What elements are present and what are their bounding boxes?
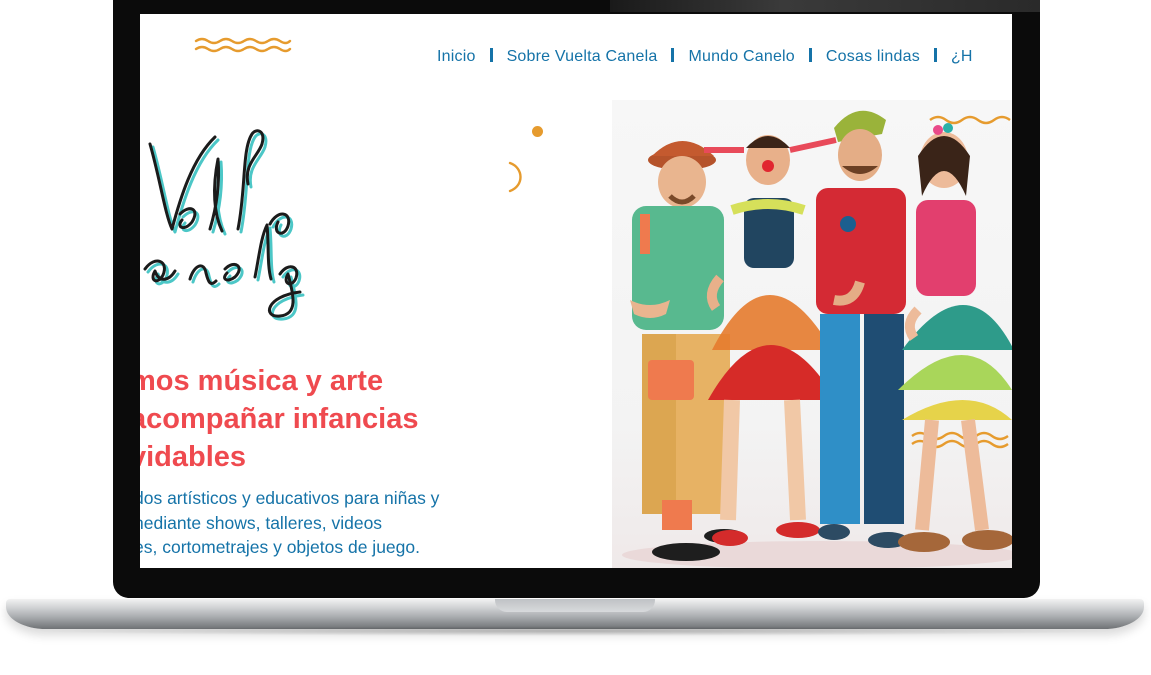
hero-headline-line: vidables bbox=[140, 441, 247, 473]
page: Inicio Sobre Vuelta Canela Mundo Canelo Cos… bbox=[0, 0, 1151, 675]
nav-link-mundo-canelo[interactable]: Mundo Canelo bbox=[688, 48, 794, 65]
hero-description-line: es, cortometrajes y objetos de juego. bbox=[140, 537, 420, 557]
hero-photo bbox=[612, 100, 1012, 568]
laptop-lid-sheen bbox=[610, 0, 1040, 12]
hero-description-line: dos artísticos y educativos para niñas y bbox=[140, 488, 440, 508]
nav-link-next[interactable]: ¿H bbox=[951, 48, 973, 65]
laptop-base-notch bbox=[495, 599, 655, 612]
laptop-shadow bbox=[30, 626, 1120, 636]
nav-separator bbox=[489, 48, 493, 62]
main-nav: Inicio Sobre Vuelta Canela Mundo Canelo Cos… bbox=[437, 48, 973, 66]
hero-headline-line: mos música y arte bbox=[140, 365, 384, 397]
hero-description-line: nediante shows, talleres, videos bbox=[140, 512, 383, 533]
nav-separator bbox=[933, 48, 937, 62]
hero-headline-line: acompañar infancias bbox=[140, 403, 419, 435]
nav-link-inicio[interactable]: Inicio bbox=[437, 48, 476, 65]
brand-logo[interactable] bbox=[140, 119, 340, 329]
laptop-screen: Inicio Sobre Vuelta Canela Mundo Canelo Cos… bbox=[140, 14, 1012, 568]
nav-link-sobre-vuelta-canela[interactable]: Sobre Vuelta Canela bbox=[507, 48, 658, 65]
wavy-lines-icon bbox=[194, 37, 292, 53]
nav-separator bbox=[808, 48, 812, 62]
performer-2 bbox=[704, 135, 837, 546]
nav-link-cosas-lindas[interactable]: Cosas lindas bbox=[826, 48, 920, 65]
nav-separator bbox=[671, 48, 675, 62]
hero-description: dos artísticos y educativos para niñas y… bbox=[140, 486, 654, 560]
hero-headline: mos música y arte acompañar infancias vi… bbox=[140, 362, 650, 476]
performers-illustration bbox=[622, 110, 1012, 568]
performer-3 bbox=[816, 110, 908, 548]
dot-icon bbox=[532, 126, 543, 137]
performer-4 bbox=[898, 123, 1012, 552]
arc-icon bbox=[508, 161, 522, 193]
